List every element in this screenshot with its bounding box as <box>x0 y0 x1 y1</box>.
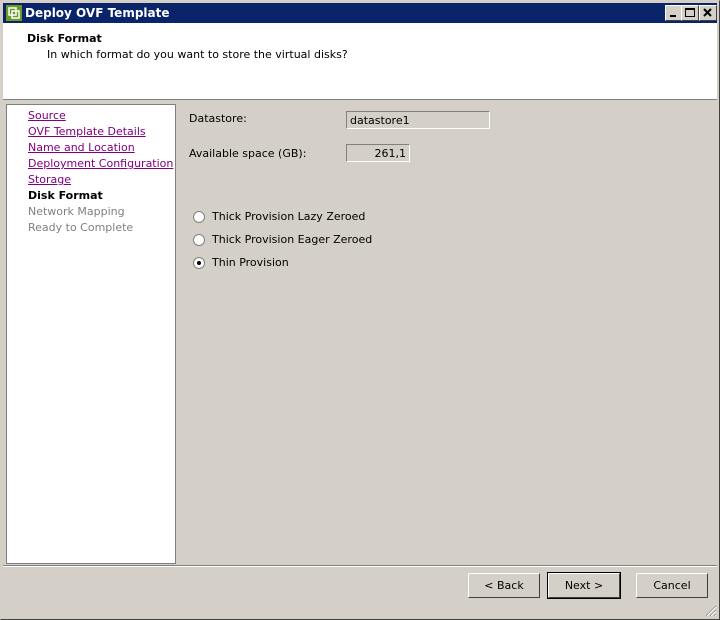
thick-lazy-radio[interactable] <box>193 211 205 223</box>
cancel-button[interactable]: Cancel <box>636 573 708 598</box>
deploy-ovf-window: Deploy OVF Template Disk Format In which… <box>0 0 720 620</box>
thin-provision-label[interactable]: Thin Provision <box>212 256 289 269</box>
close-button[interactable] <box>699 5 717 21</box>
thin-provision-radio[interactable] <box>193 257 205 269</box>
nav-step-source[interactable]: Source <box>28 109 66 122</box>
radio-selected-dot <box>197 261 201 265</box>
nav-step-ovf-template-details[interactable]: OVF Template Details <box>28 125 146 138</box>
wizard-steps-nav: Source OVF Template Details Name and Loc… <box>6 104 176 564</box>
thick-eager-label[interactable]: Thick Provision Eager Zeroed <box>212 233 372 246</box>
vsphere-app-icon <box>6 5 22 21</box>
wizard-header: Disk Format In which format do you want … <box>3 23 717 100</box>
resize-grip-icon[interactable] <box>705 605 717 617</box>
page-title: Disk Format <box>27 32 102 45</box>
close-icon <box>703 8 712 17</box>
nav-step-name-and-location[interactable]: Name and Location <box>28 141 135 154</box>
available-space-label: Available space (GB): <box>189 147 307 160</box>
back-button[interactable]: < Back <box>468 573 540 598</box>
window-title: Deploy OVF Template <box>25 6 170 20</box>
footer-divider <box>3 565 717 567</box>
thick-eager-radio[interactable] <box>193 234 205 246</box>
datastore-label: Datastore: <box>189 112 247 125</box>
nav-step-network-mapping: Network Mapping <box>28 205 125 218</box>
thick-lazy-label[interactable]: Thick Provision Lazy Zeroed <box>212 210 365 223</box>
maximize-icon <box>685 8 695 17</box>
nav-step-deployment-configuration[interactable]: Deployment Configuration <box>28 157 173 170</box>
nav-step-storage[interactable]: Storage <box>28 173 71 186</box>
nav-step-ready-to-complete: Ready to Complete <box>28 221 134 234</box>
nav-step-disk-format: Disk Format <box>28 189 103 202</box>
next-button[interactable]: Next > <box>547 572 621 599</box>
disk-format-panel: Datastore: datastore1 Available space (G… <box>177 102 715 562</box>
maximize-button[interactable] <box>681 5 699 21</box>
datastore-field: datastore1 <box>346 111 490 129</box>
title-bar[interactable]: Deploy OVF Template <box>3 3 717 23</box>
minimize-icon <box>670 15 676 17</box>
available-space-field: 261,1 <box>346 144 410 162</box>
page-subtitle: In which format do you want to store the… <box>47 48 348 61</box>
